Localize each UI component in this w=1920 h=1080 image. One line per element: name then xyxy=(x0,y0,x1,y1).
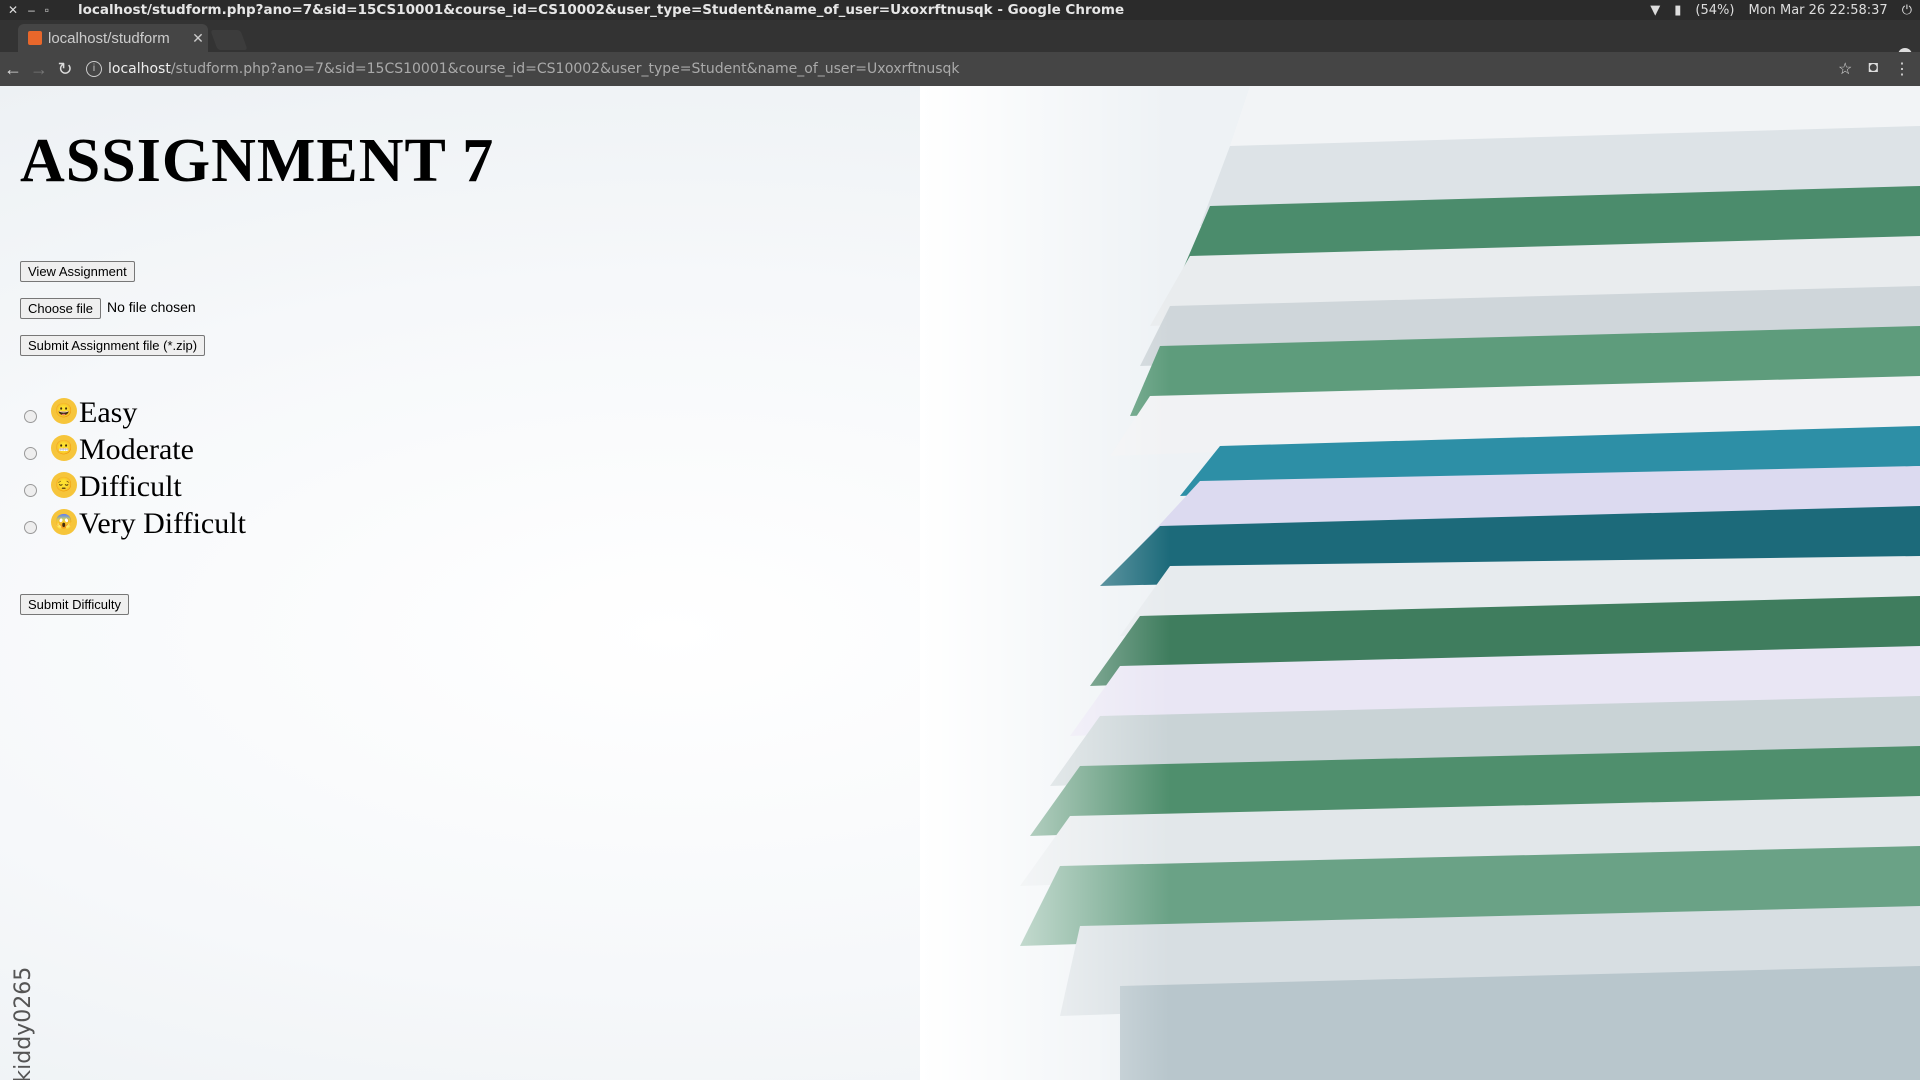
close-window-icon[interactable]: ✕ xyxy=(8,3,18,17)
file-status: No file chosen xyxy=(107,299,196,315)
wifi-icon[interactable]: ▼ xyxy=(1650,3,1660,18)
back-icon[interactable]: ← xyxy=(0,59,26,80)
extension-icon[interactable]: ◘ xyxy=(1868,59,1878,79)
os-title-bar: ✕ – ▫ localhost/studform.php?ano=7&sid=1… xyxy=(0,0,1920,20)
option-label: Very Difficult xyxy=(79,507,246,540)
difficulty-option-very-difficult[interactable]: 😱 Very Difficult xyxy=(24,507,246,541)
watermark-text: /kiddy0265 xyxy=(11,966,36,1080)
option-label: Moderate xyxy=(79,433,194,466)
tab-title: localhost/studform xyxy=(48,29,170,47)
radio-very-difficult[interactable] xyxy=(24,520,37,534)
page-content: ASSIGNMENT 7 View Assignment Choose file… xyxy=(0,86,1920,1080)
paper-stack-image xyxy=(920,86,1920,1080)
address-bar[interactable]: i localhost/studform.php?ano=7&sid=15CS1… xyxy=(86,56,1840,82)
page-title: ASSIGNMENT 7 xyxy=(20,127,495,195)
choose-file-button[interactable]: Choose file xyxy=(20,298,102,319)
maximize-window-icon[interactable]: ▫ xyxy=(45,3,49,17)
view-assignment-button[interactable]: View Assignment xyxy=(20,261,135,282)
pensive-face-icon: 😔 xyxy=(51,472,77,498)
bookmark-star-icon[interactable]: ☆ xyxy=(1838,59,1852,79)
radio-easy[interactable] xyxy=(24,409,37,423)
browser-tab[interactable]: localhost/studform ✕ xyxy=(18,24,208,52)
clock[interactable]: Mon Mar 26 22:58:37 xyxy=(1748,3,1887,18)
submit-assignment-button[interactable]: Submit Assignment file (*.zip) xyxy=(20,335,206,356)
window-controls: ✕ – ▫ xyxy=(0,3,78,17)
new-tab-button[interactable] xyxy=(210,30,248,50)
grinning-face-icon: 😀 xyxy=(51,398,77,424)
difficulty-option-moderate[interactable]: 😬 Moderate xyxy=(24,433,194,467)
reload-icon[interactable]: ↻ xyxy=(52,59,78,80)
url-text: localhost/studform.php?ano=7&sid=15CS100… xyxy=(108,61,960,77)
window-title: localhost/studform.php?ano=7&sid=15CS100… xyxy=(78,2,1125,18)
menu-icon[interactable]: ⋮ xyxy=(1894,59,1910,79)
tab-strip: localhost/studform ✕ xyxy=(0,20,1920,62)
screaming-face-icon: 😱 xyxy=(51,509,77,535)
battery-icon[interactable]: ▮ xyxy=(1674,3,1681,18)
difficulty-option-easy[interactable]: 😀 Easy xyxy=(24,396,137,430)
option-label: Easy xyxy=(79,396,138,429)
option-label: Difficult xyxy=(79,470,182,503)
submit-difficulty-button[interactable]: Submit Difficulty xyxy=(20,594,129,615)
minimize-window-icon[interactable]: – xyxy=(28,3,35,17)
favicon-icon xyxy=(28,31,42,45)
grimacing-face-icon: 😬 xyxy=(51,435,77,461)
tab-close-icon[interactable]: ✕ xyxy=(188,30,208,47)
power-icon[interactable]: ⏻ xyxy=(1902,3,1912,18)
site-info-icon[interactable]: i xyxy=(86,61,102,77)
forward-icon[interactable]: → xyxy=(26,59,52,80)
radio-moderate[interactable] xyxy=(24,446,37,460)
difficulty-option-difficult[interactable]: 😔 Difficult xyxy=(24,470,182,504)
radio-difficult[interactable] xyxy=(24,483,37,497)
toolbar: ← → ↻ i localhost/studform.php?ano=7&sid… xyxy=(0,52,1920,86)
battery-percent: (54%) xyxy=(1695,2,1735,18)
